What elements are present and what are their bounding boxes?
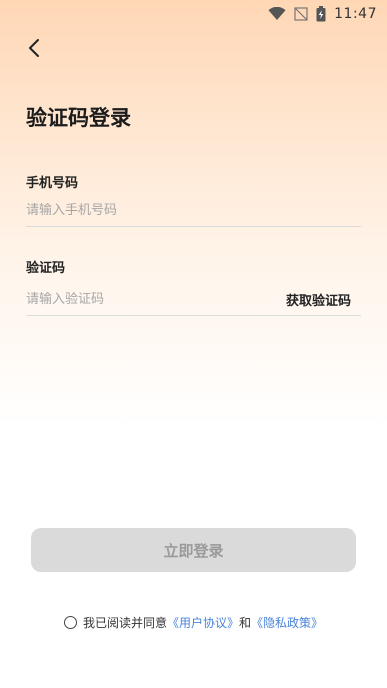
chevron-left-icon [27, 38, 41, 62]
status-time: 11:47 [334, 6, 377, 22]
privacy-policy-link[interactable]: 《隐私政策》 [251, 614, 323, 631]
phone-label: 手机号码 [26, 176, 79, 191]
agreement-and-text: 和 [239, 616, 252, 630]
code-label: 验证码 [26, 261, 66, 276]
agreement-checkbox[interactable] [63, 616, 77, 629]
no-signal-icon [294, 7, 308, 21]
code-field: 获取验证码 [26, 283, 361, 316]
agreement-text: 我已阅读并同意 [82, 616, 167, 630]
user-agreement-link[interactable]: 《用户协议》 [167, 614, 239, 631]
phone-input[interactable] [26, 202, 361, 218]
status-bar: 11:47 [0, 0, 387, 28]
back-button[interactable] [20, 36, 48, 64]
phone-field [26, 194, 361, 227]
page-title: 验证码登录 [26, 106, 131, 130]
battery-charging-icon [316, 6, 326, 22]
code-input[interactable] [26, 291, 286, 307]
login-button[interactable]: 立即登录 [31, 528, 356, 572]
agreement-row: 我已阅读并同意 《用户协议》 和 《隐私政策》 [0, 614, 387, 631]
wifi-icon [268, 7, 286, 21]
get-code-button[interactable]: 获取验证码 [286, 290, 351, 309]
